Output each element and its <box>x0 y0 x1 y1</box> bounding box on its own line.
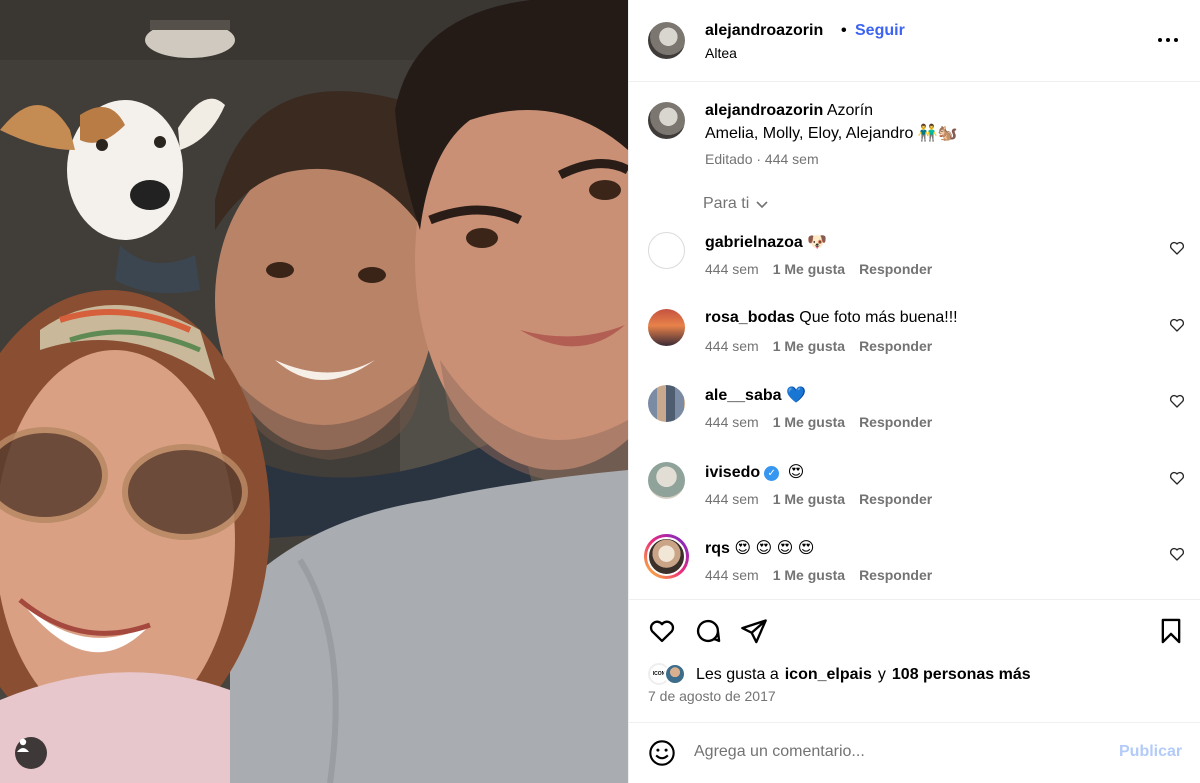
comment-time[interactable]: 444 sem <box>705 491 759 507</box>
chevron-down-icon <box>756 201 768 209</box>
post-side-panel: alejandroazorin • Seguir Altea alejandro… <box>628 0 1200 783</box>
comment-meta: 444 sem 1 Me gusta Responder <box>705 491 932 507</box>
comment-avatar-story-ring[interactable] <box>644 534 689 579</box>
post-header: alejandroazorin • Seguir Altea <box>629 0 1200 82</box>
comment-likes[interactable]: 1 Me gusta <box>773 414 845 430</box>
caption-body-line1: Azorín <box>826 102 874 119</box>
caption-text: alejandroazorin Azorín <box>705 102 873 120</box>
comment-meta: 444 sem 1 Me gusta Responder <box>705 261 932 277</box>
heart-icon[interactable] <box>1169 470 1185 486</box>
instagram-post: alejandroazorin • Seguir Altea alejandro… <box>0 0 1200 783</box>
comment-likes[interactable]: 1 Me gusta <box>773 567 845 583</box>
comment-body: 🐶 <box>807 234 828 251</box>
comment-avatar <box>647 537 686 576</box>
post-actions-bar: ICON Les gusta a icon_elpais y 108 perso… <box>629 600 1200 723</box>
heart-icon[interactable] <box>1169 393 1185 409</box>
comment-composer: Publicar <box>629 723 1200 783</box>
author-avatar[interactable] <box>648 22 685 59</box>
caption-meta: Editado · 444 sem <box>705 151 819 167</box>
post-photo[interactable] <box>0 0 628 783</box>
comment-body: 😍 <box>787 464 805 481</box>
comment-avatar[interactable] <box>648 232 685 269</box>
caption-username[interactable]: alejandroazorin <box>705 102 823 119</box>
comment-time[interactable]: 444 sem <box>705 567 759 583</box>
heart-icon[interactable] <box>1169 317 1185 333</box>
heart-icon[interactable] <box>1169 240 1185 256</box>
author-username[interactable]: alejandroazorin <box>705 22 823 40</box>
more-options-icon[interactable] <box>1155 30 1181 50</box>
post-location[interactable]: Altea <box>705 45 737 61</box>
comment-meta: 444 sem 1 Me gusta Responder <box>705 414 932 430</box>
comment-text: rqs 😍 😍 😍 😍 <box>705 538 814 558</box>
comment-meta: 444 sem 1 Me gusta Responder <box>705 338 932 354</box>
comment-text: rosa_bodas Que foto más buena!!! <box>705 309 958 327</box>
comment-text: gabrielnazoa 🐶 <box>705 232 827 252</box>
comment-body: 😍 😍 😍 😍 <box>734 540 815 557</box>
comment-avatar[interactable] <box>648 385 685 422</box>
comment-text: ivisedo ✓ 😍 <box>705 462 804 482</box>
comment-item: ivisedo ✓ 😍 444 sem 1 Me gusta Responder <box>629 462 1200 538</box>
post-date[interactable]: 7 de agosto de 2017 <box>648 688 776 704</box>
liker-avatars[interactable]: ICON <box>648 663 690 687</box>
comment-reply-button[interactable]: Responder <box>859 338 932 354</box>
likes-summary: ICON Les gusta a icon_elpais y 108 perso… <box>648 663 1031 687</box>
follow-button[interactable]: Seguir <box>855 22 905 40</box>
comments-filter-dropdown[interactable]: Para ti <box>703 195 769 213</box>
comment-avatar[interactable] <box>648 309 685 346</box>
comment-likes[interactable]: 1 Me gusta <box>773 261 845 277</box>
publish-button[interactable]: Publicar <box>1119 743 1182 761</box>
comment-username[interactable]: ivisedo <box>705 464 760 481</box>
comment-item: gabrielnazoa 🐶 444 sem 1 Me gusta Respon… <box>629 232 1200 308</box>
comment-input[interactable] <box>694 735 1114 769</box>
likes-connector: y <box>877 666 886 683</box>
comment-bubble-icon[interactable] <box>694 617 722 645</box>
likes-others-count[interactable]: 108 personas más <box>892 666 1031 684</box>
comment-body: 💙 <box>785 387 806 404</box>
comment-reply-button[interactable]: Responder <box>859 261 932 277</box>
caption-author-avatar[interactable] <box>648 102 685 139</box>
like-heart-icon[interactable] <box>648 617 676 645</box>
likes-prefix: Les gusta a <box>696 666 779 683</box>
heart-icon[interactable] <box>1169 546 1185 562</box>
comment-username[interactable]: gabrielnazoa <box>705 234 803 251</box>
user-tag-icon <box>17 738 29 752</box>
comment-username[interactable]: ale__saba <box>705 387 782 404</box>
header-separator: • <box>841 22 847 39</box>
verified-badge-icon: ✓ <box>764 466 780 481</box>
comment-time[interactable]: 444 sem <box>705 338 759 354</box>
likes-featured-user[interactable]: icon_elpais <box>785 666 872 684</box>
comment-likes[interactable]: 1 Me gusta <box>773 338 845 354</box>
comment-likes[interactable]: 1 Me gusta <box>773 491 845 507</box>
comment-item: rosa_bodas Que foto más buena!!! 444 sem… <box>629 309 1200 385</box>
user-tag-button[interactable] <box>15 737 47 769</box>
comment-time[interactable]: 444 sem <box>705 261 759 277</box>
comment-text: ale__saba 💙 <box>705 385 806 405</box>
liker-avatar <box>664 663 686 685</box>
comment-reply-button[interactable]: Responder <box>859 491 932 507</box>
comment-username[interactable]: rqs <box>705 540 730 557</box>
photo-illustration <box>0 0 628 783</box>
comment-username[interactable]: rosa_bodas <box>705 309 795 326</box>
emoji-picker-icon[interactable] <box>648 739 676 767</box>
comment-meta: 444 sem 1 Me gusta Responder <box>705 567 932 583</box>
comments-filter-label: Para ti <box>703 195 750 212</box>
comment-avatar[interactable] <box>648 462 685 499</box>
bookmark-icon[interactable] <box>1157 617 1185 645</box>
comment-time[interactable]: 444 sem <box>705 414 759 430</box>
comment-body: Que foto más buena!!! <box>799 309 958 326</box>
comment-item: ale__saba 💙 444 sem 1 Me gusta Responder <box>629 385 1200 461</box>
comment-reply-button[interactable]: Responder <box>859 414 932 430</box>
comment-reply-button[interactable]: Responder <box>859 567 932 583</box>
comments-section[interactable]: alejandroazorin Azorín Amelia, Molly, El… <box>629 82 1200 600</box>
caption-body-line2: Amelia, Molly, Eloy, Alejandro 👬🐿️ <box>705 125 958 142</box>
share-send-icon[interactable] <box>740 617 768 645</box>
